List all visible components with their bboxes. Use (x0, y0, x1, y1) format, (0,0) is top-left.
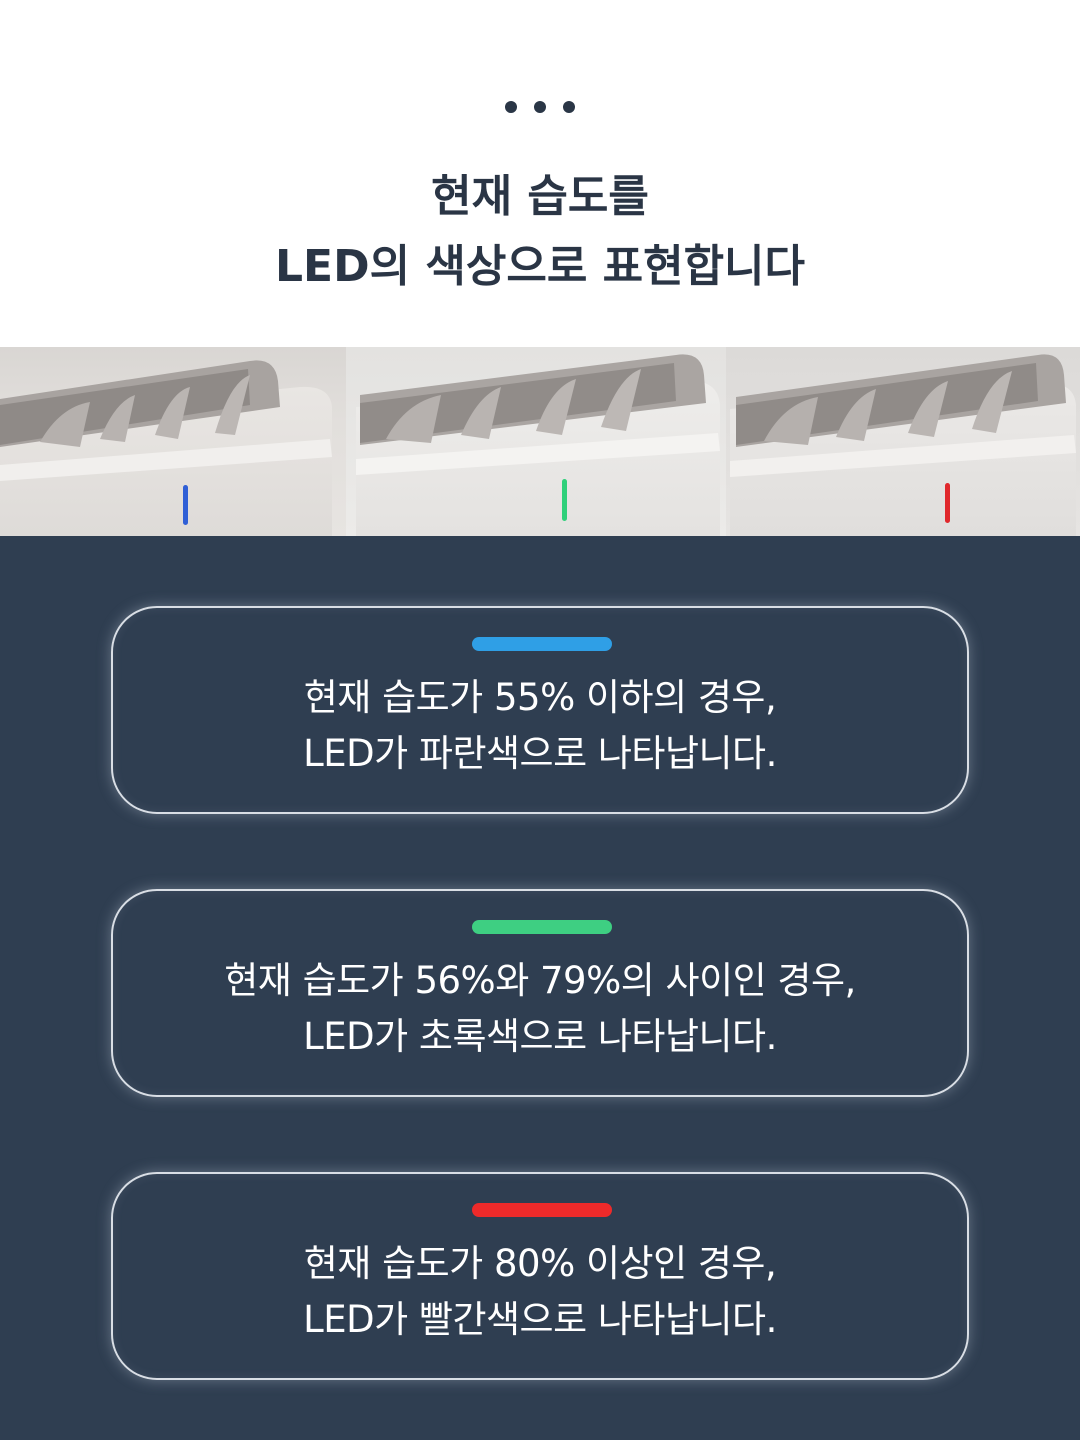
color-bar-green (472, 920, 612, 934)
card-text: 현재 습도가 56%와 79%의 사이인 경우, LED가 초록색으로 나타납니… (113, 953, 967, 1065)
led-indicator (183, 485, 188, 525)
title-line-2: LED의 색상으로 표현합니다 (274, 241, 806, 292)
dot (534, 101, 546, 113)
card-text: 현재 습도가 80% 이상인 경우, LED가 빨간색으로 나타납니다. (113, 1236, 967, 1348)
dot (563, 101, 575, 113)
card-line-1: 현재 습도가 55% 이하의 경우, (303, 676, 777, 719)
card-line-2: LED가 빨간색으로 나타납니다. (303, 1298, 777, 1341)
led-card-green: 현재 습도가 56%와 79%의 사이인 경우, LED가 초록색으로 나타납니… (111, 889, 969, 1097)
product-photo-green-led (346, 347, 726, 536)
led-info-section: 현재 습도가 55% 이하의 경우, LED가 파란색으로 나타납니다. 현재 … (0, 536, 1080, 1440)
color-bar-red (472, 1203, 612, 1217)
ellipsis-icon (0, 101, 1080, 113)
product-photo-blue-led (0, 347, 346, 536)
card-line-1: 현재 습도가 56%와 79%의 사이인 경우, (224, 959, 856, 1002)
page-title: 현재 습도를 LED의 색상으로 표현합니다 (0, 162, 1080, 302)
card-text: 현재 습도가 55% 이하의 경우, LED가 파란색으로 나타납니다. (113, 670, 967, 782)
card-line-2: LED가 파란색으로 나타납니다. (303, 732, 777, 775)
led-indicator (945, 483, 950, 523)
card-line-1: 현재 습도가 80% 이상인 경우, (303, 1242, 777, 1285)
product-photo-strip (0, 347, 1080, 536)
led-indicator (562, 479, 567, 521)
color-bar-blue (472, 637, 612, 651)
led-card-blue: 현재 습도가 55% 이하의 경우, LED가 파란색으로 나타납니다. (111, 606, 969, 814)
dehumidifier-illustration (0, 360, 332, 536)
dehumidifier-illustration (356, 354, 720, 536)
led-card-red: 현재 습도가 80% 이상인 경우, LED가 빨간색으로 나타납니다. (111, 1172, 969, 1380)
title-line-1: 현재 습도를 (431, 171, 649, 222)
dot (505, 101, 517, 113)
product-photo-red-led (726, 347, 1080, 536)
header-section: 현재 습도를 LED의 색상으로 표현합니다 (0, 0, 1080, 347)
card-line-2: LED가 초록색으로 나타납니다. (303, 1015, 777, 1058)
dehumidifier-illustration (730, 354, 1076, 536)
